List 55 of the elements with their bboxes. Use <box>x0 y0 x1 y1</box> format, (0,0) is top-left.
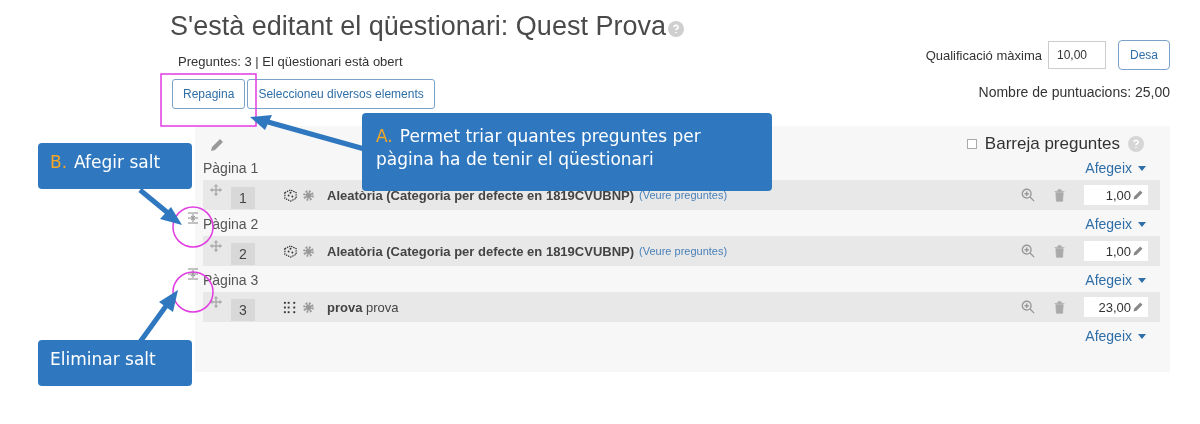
question-mark-field[interactable]: 1,00 <box>1084 241 1148 261</box>
page-break-icon[interactable] <box>187 212 199 224</box>
add-menu-link[interactable]: Afegeix <box>1085 272 1146 288</box>
page-title: S'està editant el qüestionari: Quest Prova <box>170 10 666 43</box>
pencil-icon[interactable] <box>209 137 225 153</box>
question-mark-field[interactable]: 23,00 <box>1084 297 1148 317</box>
page-label: Pàgina 1 <box>203 160 259 176</box>
preview-icon[interactable] <box>1021 300 1035 314</box>
quiz-summary: Preguntes: 3 | El qüestionari està obert <box>178 54 404 69</box>
delete-icon[interactable] <box>1053 300 1066 314</box>
delete-icon[interactable] <box>1053 244 1066 258</box>
add-menu-link[interactable]: Afegeix <box>1085 160 1146 176</box>
delete-icon[interactable] <box>1053 188 1066 202</box>
help-icon[interactable] <box>1128 136 1144 152</box>
toolbar-button[interactable]: Seleccioneu diversos elements <box>247 79 435 109</box>
callout-note: B. Afegir salt <box>38 143 192 189</box>
question-number: 3 <box>231 299 255 321</box>
callout-note: A. Permet triar quantes preguntes per pàgina ha de tenir el qüestionari <box>362 113 772 191</box>
help-icon[interactable] <box>667 21 684 37</box>
settings-icon[interactable] <box>302 244 315 258</box>
arrow <box>138 188 182 225</box>
view-questions-link[interactable]: (Veure preguntes) <box>639 189 728 201</box>
question-name[interactable]: Aleatòria (Categoria per defecte en 1819CVUBNP) <box>327 243 635 259</box>
dice-icon <box>283 243 298 259</box>
question-number: 1 <box>231 187 255 209</box>
add-menu-link[interactable]: Afegeix <box>1085 216 1146 232</box>
toolbar-button[interactable]: Repagina <box>172 79 246 109</box>
move-icon[interactable] <box>209 183 223 197</box>
dice-icon <box>283 187 298 203</box>
save-button[interactable]: Desa <box>1118 40 1170 70</box>
preview-icon[interactable] <box>1021 188 1035 202</box>
move-icon[interactable] <box>209 295 223 309</box>
max-grade-field[interactable]: 10,00 <box>1048 41 1106 69</box>
caret-icon <box>1138 221 1146 227</box>
list-icon <box>283 299 298 315</box>
pencil-icon <box>1132 245 1144 257</box>
settings-icon[interactable] <box>302 188 315 202</box>
total-marks: Nombre de puntuacions: 25,00 <box>978 84 1170 100</box>
preview-icon[interactable] <box>1021 244 1035 258</box>
view-questions-link[interactable]: (Veure preguntes) <box>639 245 728 257</box>
shuffle-checkbox[interactable]: Barreja preguntes <box>966 134 1120 154</box>
max-grade-label: Qualificació màxima <box>925 47 1042 63</box>
settings-icon[interactable] <box>302 300 315 314</box>
add-menu-link[interactable]: Afegeix <box>1085 328 1146 344</box>
callout-note: Eliminar salt <box>38 340 192 386</box>
pencil-icon <box>1132 301 1144 313</box>
caret-icon <box>1138 333 1146 339</box>
caret-icon <box>1138 277 1146 283</box>
question-number: 2 <box>231 243 255 265</box>
question-name[interactable]: prova prova <box>327 299 399 315</box>
pencil-icon <box>1132 189 1144 201</box>
caret-icon <box>1138 165 1146 171</box>
page-break-icon[interactable] <box>187 268 199 280</box>
question-mark-field[interactable]: 1,00 <box>1084 185 1148 205</box>
move-icon[interactable] <box>209 239 223 253</box>
